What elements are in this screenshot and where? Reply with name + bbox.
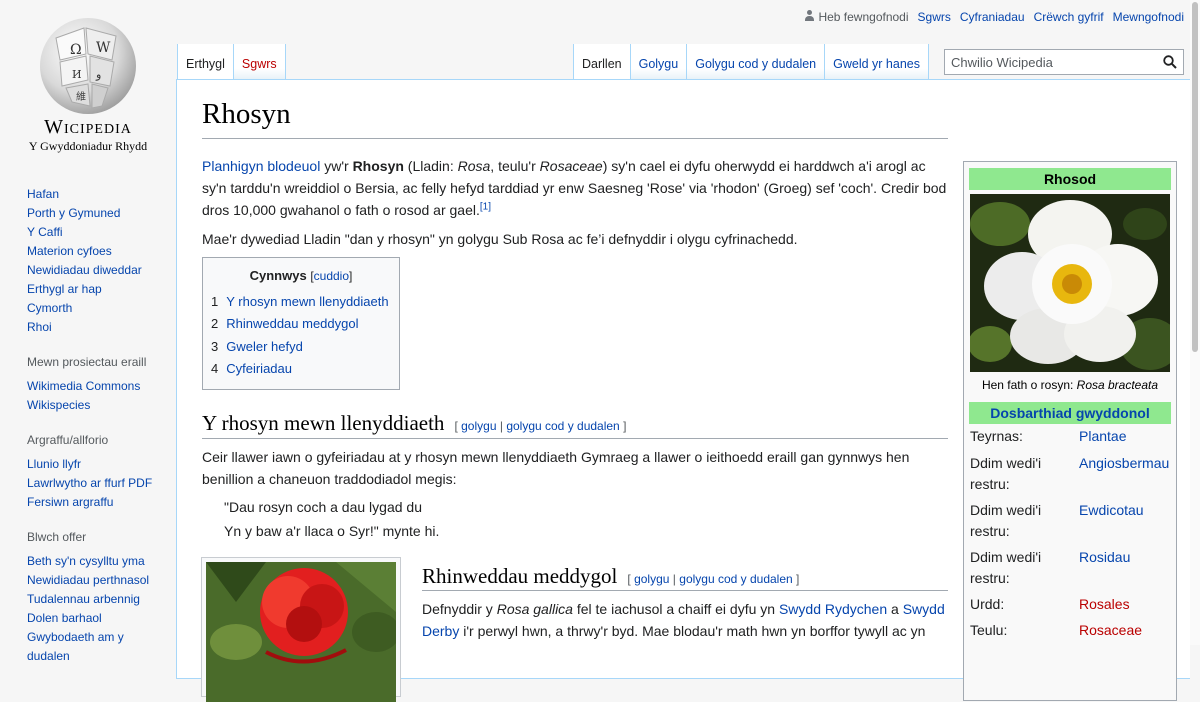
taxon-link[interactable]: Angiosbermau — [1079, 453, 1169, 474]
sidebar-item-special-pages[interactable]: Tudalennau arbennig — [27, 592, 140, 606]
sidebar-item-permanent-link[interactable]: Dolen barhaol — [27, 611, 102, 625]
create-account-link[interactable]: Crëwch gyfrif — [1034, 10, 1104, 24]
sub-rosa-paragraph: Mae'r dywediad Lladin "dan y rhosyn" yn … — [202, 231, 798, 247]
not-logged-in-status: Heb fewngofnodi — [804, 10, 909, 24]
link-oxfordshire[interactable]: Swydd Rydychen — [779, 601, 887, 617]
intro-paragraph: Planhigyn blodeuol yw'r Rhosyn (Lladin: … — [202, 158, 947, 218]
user-icon — [804, 10, 815, 21]
sidebar-item-related-changes[interactable]: Newidiadau perthnasol — [27, 573, 149, 587]
wikipedia-logo[interactable]: Ω W И و 維 Wicipedia Y Gwyddoniadur Rhydd — [0, 0, 176, 160]
article-content: Rhosyn Planhigyn blodeuol yw'r Rhosyn (L… — [176, 79, 1190, 702]
link-flowering-plant[interactable]: Planhigyn blodeuol — [202, 158, 320, 174]
login-link[interactable]: Mewngofnodi — [1113, 10, 1184, 24]
search-box — [944, 49, 1184, 75]
section-edit-links: [ golygu | golygu cod y dudalen ] — [454, 419, 627, 433]
tab-talk[interactable]: Sgwrs — [233, 44, 286, 79]
svg-text:維: 維 — [76, 90, 86, 103]
svg-text:و: و — [95, 68, 101, 81]
toc-item[interactable]: 4 Cyfeiriadau — [211, 358, 399, 380]
scrollbar-thumb[interactable] — [1192, 2, 1198, 352]
sidebar-item-cafe[interactable]: Y Caffi — [27, 225, 63, 239]
toc-item[interactable]: 1Y rhosyn mewn llenyddiaeth — [211, 291, 399, 313]
section-divider — [422, 590, 948, 591]
sidebar-item-community-portal[interactable]: Porth y Gymuned — [27, 206, 120, 220]
red-rose-thumbnail[interactable] — [201, 557, 401, 702]
white-rose-image[interactable] — [970, 194, 1170, 372]
sidebar-other-projects: Mewn prosiectau eraill Wikimedia Commons… — [27, 355, 177, 415]
taxon-link[interactable]: Ewdicotau — [1079, 500, 1144, 521]
sidebar-toolbox: Blwch offer Beth sy'n cysylltu yma Newid… — [27, 530, 177, 666]
sidebar-item-printable[interactable]: Fersiwn argraffu — [27, 495, 113, 509]
view-tabs: Darllen Golygu Golygu cod y dudalen Gwel… — [573, 44, 929, 79]
reference-link[interactable]: [1] — [480, 201, 491, 212]
logo-tagline: Y Gwyddoniadur Rhydd — [28, 139, 148, 153]
tab-article[interactable]: Erthygl — [177, 44, 234, 79]
medicinal-paragraph: Defnyddir y Rosa gallica fel te iachusol… — [422, 601, 945, 639]
page-title: Rhosyn — [202, 98, 291, 130]
svg-text:Ω: Ω — [70, 42, 82, 58]
page-scrollbar[interactable] — [1190, 0, 1200, 645]
sidebar-item-random-article[interactable]: Erthygl ar hap — [27, 282, 102, 296]
edit-source-section-link[interactable]: golygu cod y dudalen — [679, 572, 792, 586]
sidebar: Hafan Porth y Gymuned Y Caffi Materion c… — [27, 185, 177, 666]
edit-section-link[interactable]: golygu — [634, 572, 669, 586]
sidebar-item-current-events[interactable]: Materion cyfoes — [27, 244, 112, 258]
toc-title: Cynnwys — [249, 268, 307, 283]
tab-read[interactable]: Darllen — [573, 44, 631, 79]
taxon-redlink[interactable]: Rosaceae — [1079, 620, 1142, 641]
toc-item[interactable]: 2 Rhinweddau meddygol — [211, 313, 399, 335]
svg-text:W: W — [96, 40, 111, 56]
sidebar-item-page-info[interactable]: Gwybodaeth am y dudalen — [27, 630, 124, 663]
edit-source-section-link[interactable]: golygu cod y dudalen — [506, 419, 619, 433]
sidebar-item-donate[interactable]: Rhoi — [27, 320, 52, 334]
sidebar-item-wikispecies[interactable]: Wikispecies — [27, 398, 90, 412]
toc-hide-link[interactable]: cuddio — [314, 269, 349, 283]
infobox-caption: Hen fath o rosyn: Rosa bracteata — [981, 378, 1159, 392]
section-edit-links: [ golygu | golygu cod y dudalen ] — [627, 572, 800, 586]
tab-history[interactable]: Gweld yr hanes — [825, 44, 929, 79]
namespace-tabs: Erthygl Sgwrs — [177, 44, 286, 79]
sidebar-item-help[interactable]: Cymorth — [27, 301, 72, 315]
section-divider — [202, 438, 948, 439]
sidebar-item-main-page[interactable]: Hafan — [27, 187, 59, 201]
literature-paragraph: Ceir llawer iawn o gyfeiriadau at y rhos… — [202, 449, 910, 487]
taxobox: Rhosod Hen fath o rosyn: Rosa bracteata … — [963, 161, 1177, 701]
sidebar-item-download-pdf[interactable]: Lawrlwytho ar ffurf PDF — [27, 476, 152, 490]
sidebar-item-recent-changes[interactable]: Newidiadau diweddar — [27, 263, 142, 277]
sidebar-item-what-links-here[interactable]: Beth sy'n cysylltu yma — [27, 554, 145, 568]
taxon-redlink[interactable]: Rosales — [1079, 594, 1130, 615]
sidebar-heading-projects: Mewn prosiectau eraill — [27, 355, 147, 369]
taxon-link[interactable]: Rosidau — [1079, 547, 1130, 568]
infobox-title: Rhosod — [969, 168, 1171, 190]
sidebar-heading-print: Argraffu/allforio — [27, 433, 109, 447]
talk-link[interactable]: Sgwrs — [918, 10, 951, 24]
search-icon[interactable] — [1163, 55, 1177, 69]
sidebar-heading-tools: Blwch offer — [27, 530, 87, 544]
taxon-link[interactable]: Plantae — [1079, 426, 1126, 447]
section-heading-medicinal: Rhinweddau meddygol[ golygu | golygu cod… — [422, 564, 800, 588]
puzzle-globe-icon: Ω W И و 維 — [40, 18, 136, 114]
sidebar-print-export: Argraffu/allforio Llunio llyfr Lawrlwyth… — [27, 433, 177, 512]
classification-header[interactable]: Dosbarthiad gwyddonol — [969, 402, 1171, 424]
search-input[interactable] — [945, 50, 1162, 74]
toc-item[interactable]: 3 Gweler hefyd — [211, 336, 399, 358]
svg-text:И: И — [72, 68, 82, 81]
title-divider — [202, 138, 948, 139]
logo-wordmark: Wicipedia — [44, 116, 132, 138]
sidebar-item-create-book[interactable]: Llunio llyfr — [27, 457, 81, 471]
contributions-link[interactable]: Cyfraniadau — [960, 10, 1025, 24]
tab-edit-source[interactable]: Golygu cod y dudalen — [687, 44, 826, 79]
sidebar-navigation: Hafan Porth y Gymuned Y Caffi Materion c… — [27, 185, 177, 337]
quote-line: "Dau rosyn coch a dau lygad du — [224, 499, 422, 515]
personal-tools: Heb fewngofnodi Sgwrs Cyfraniadau Crëwch… — [804, 10, 1184, 24]
table-of-contents: Cynnwys [cuddio] 1Y rhosyn mewn llenyddi… — [202, 257, 400, 390]
sidebar-item-commons[interactable]: Wikimedia Commons — [27, 379, 140, 393]
tab-edit[interactable]: Golygu — [630, 44, 688, 79]
edit-section-link[interactable]: golygu — [461, 419, 496, 433]
red-rose-image — [206, 562, 396, 702]
section-heading-literature: Y rhosyn mewn llenyddiaeth[ golygu | gol… — [202, 411, 627, 435]
quote-line: Yn y baw a'r llaca o Syr!" mynte hi. — [224, 523, 440, 539]
